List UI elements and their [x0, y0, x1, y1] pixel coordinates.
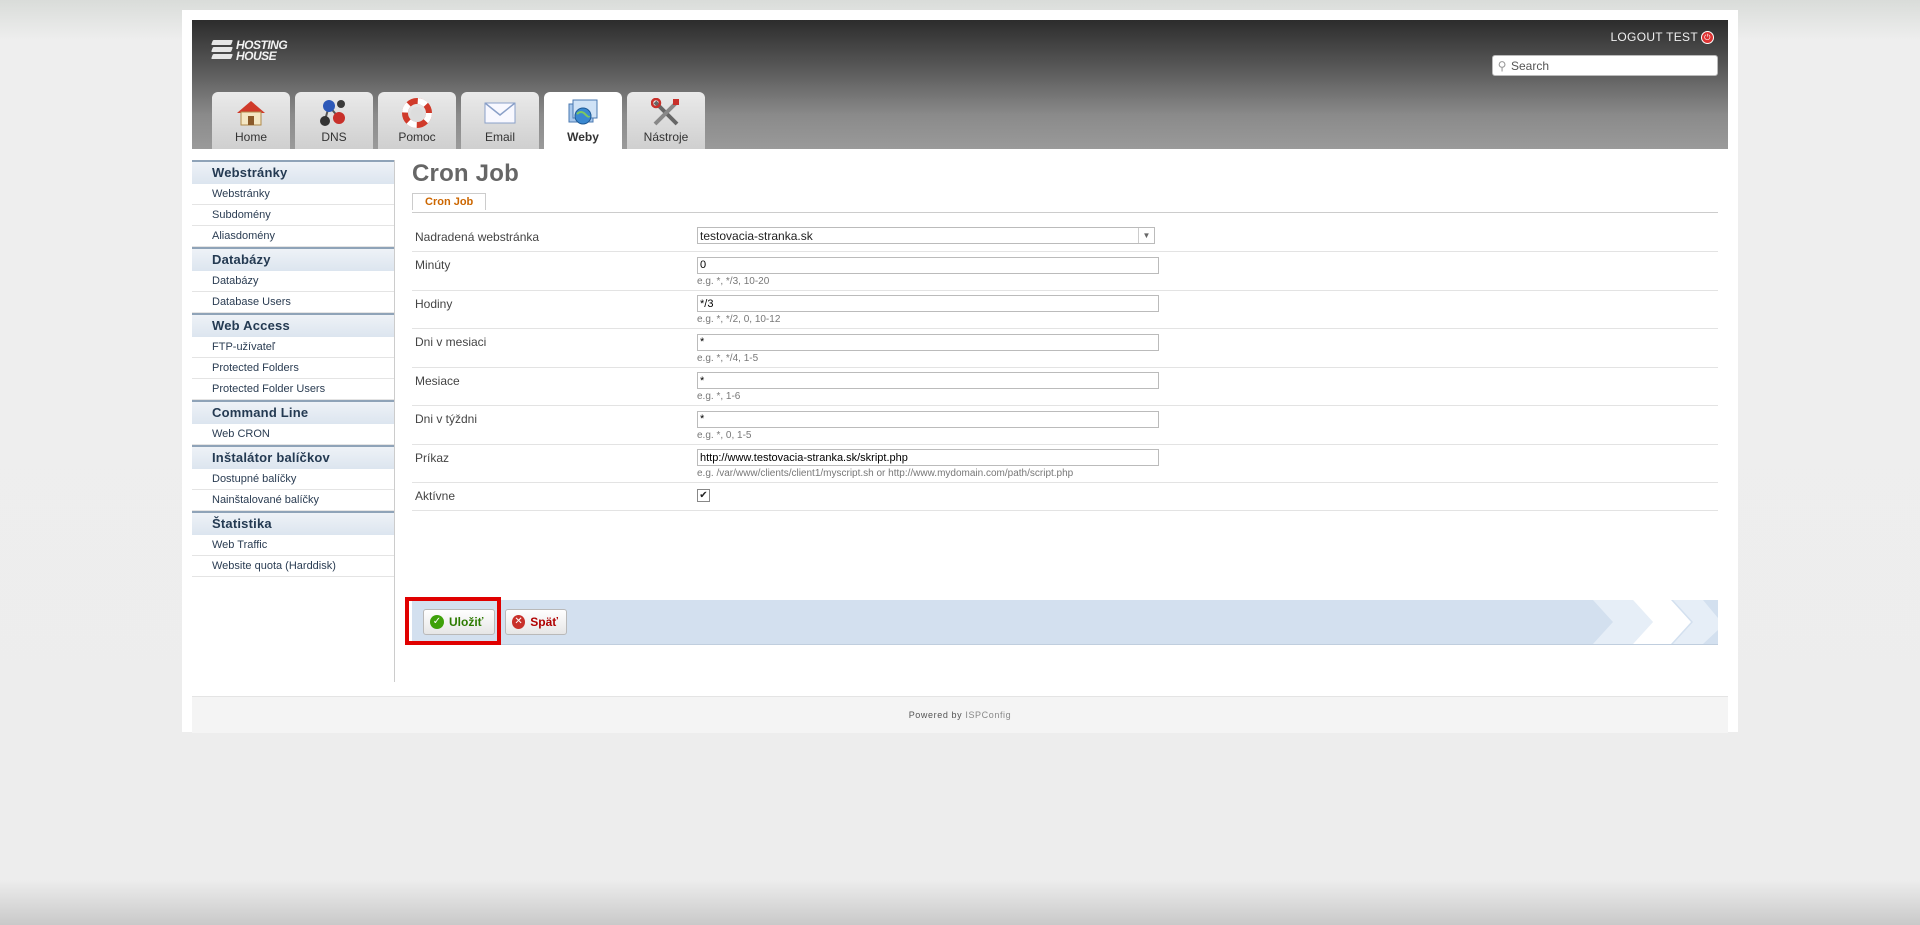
minutes-label: Minúty: [415, 258, 451, 272]
minutes-hint: e.g. *, */3, 10-20: [697, 275, 770, 287]
active-label: Aktívne: [415, 489, 456, 503]
tab-nastroje-label: Nástroje: [643, 130, 689, 144]
sidebar-item-available-packages[interactable]: Dostupné balíčky: [192, 469, 394, 490]
form-row-mday: Dni v mesiaci e.g. *, */4, 1-5: [412, 329, 1718, 368]
save-button[interactable]: ✓ Uložiť: [423, 609, 495, 635]
logout-icon: ⏻: [1701, 30, 1714, 44]
month-label: Mesiace: [415, 373, 460, 388]
tab-nastroje[interactable]: Nástroje: [627, 92, 705, 149]
header: HOSTING HOUSE LOGOUT TEST ⏻ ⚲ Hom: [192, 20, 1728, 149]
minutes-input[interactable]: [697, 256, 1159, 274]
sidebar-item-database-users[interactable]: Database Users: [192, 292, 394, 313]
sidebar-section-webstranky: Webstránky: [192, 160, 394, 184]
tab-pomoc-label: Pomoc: [398, 130, 436, 144]
sidebar-item-ftp-users[interactable]: FTP-užívateľ: [192, 337, 394, 358]
sidebar-item-protected-folder-users[interactable]: Protected Folder Users: [192, 379, 394, 400]
tab-home-label: Home: [234, 130, 267, 144]
tab-weby-label: Weby: [567, 130, 599, 144]
logo: HOSTING HOUSE: [211, 38, 288, 64]
dns-icon: [320, 100, 345, 126]
hours-hint: e.g. *, */2, 0, 10-12: [697, 314, 781, 325]
sidebar-item-installed-packages[interactable]: Nainštalované balíčky: [192, 490, 394, 511]
form-row-active: Aktívne ✔: [412, 483, 1718, 511]
save-button-label: Uložiť: [449, 615, 484, 629]
form-row-wday: Dni v týždni e.g. *, 0, 1-5: [412, 406, 1718, 445]
chevron-decoration-icon: [1593, 600, 1718, 644]
sidebar-item-website-quota[interactable]: Website quota (Harddisk): [192, 556, 394, 577]
wday-input[interactable]: [697, 410, 1159, 428]
form-row-hours: Hodiny e.g. *, */2, 0, 10-12: [412, 291, 1718, 329]
parent-website-select[interactable]: testovacia-stranka.sk ▼: [697, 227, 1155, 244]
sidebar-item-webstranky[interactable]: Webstránky: [192, 184, 394, 205]
logout-label: LOGOUT TEST: [1610, 30, 1698, 44]
form-row-month: Mesiace e.g. *, 1-6: [412, 368, 1718, 406]
sidebar-item-aliasdomeny[interactable]: Aliasdomény: [192, 226, 394, 247]
websites-icon: [568, 99, 598, 125]
back-button[interactable]: ✕ Späť: [505, 609, 567, 635]
tab-dns[interactable]: DNS: [295, 92, 373, 149]
sidebar-item-web-cron[interactable]: Web CRON: [192, 424, 394, 445]
action-bar: ✓ Uložiť ✕ Späť: [405, 597, 1718, 645]
command-input[interactable]: [697, 449, 1159, 466]
main-tabs: Home DNS Pomoc Email Weby Nástroje: [212, 92, 710, 149]
sidebar-section-statistika: Štatistika: [192, 511, 394, 535]
sidebar: Webstránky Webstránky Subdomény Aliasdom…: [192, 160, 395, 682]
tab-cron-job[interactable]: Cron Job: [412, 193, 487, 210]
search-icon: ⚲: [1497, 58, 1507, 73]
checkmark-icon: ✓: [430, 615, 444, 629]
month-input[interactable]: [697, 372, 1159, 389]
sidebar-item-subdomeny[interactable]: Subdomény: [192, 205, 394, 226]
tab-pomoc[interactable]: Pomoc: [378, 92, 456, 149]
sidebar-section-installer: Inštalátor balíčkov: [192, 445, 394, 469]
tab-dns-label: DNS: [321, 130, 347, 144]
mday-label: Dni v mesiaci: [415, 335, 487, 349]
sidebar-item-databazy[interactable]: Databázy: [192, 271, 394, 292]
tab-weby[interactable]: Weby: [544, 92, 622, 149]
chevron-down-icon: ▼: [1138, 228, 1154, 243]
sidebar-section-databazy: Databázy: [192, 247, 394, 271]
form-row-command: Príkaz e.g. /var/www/clients/client1/mys…: [412, 445, 1718, 483]
email-icon: [484, 102, 516, 124]
mday-input[interactable]: [697, 333, 1159, 351]
wday-hint: e.g. *, 0, 1-5: [697, 429, 752, 441]
back-button-label: Späť: [530, 615, 558, 629]
logout-link[interactable]: LOGOUT TEST ⏻: [1610, 30, 1714, 44]
sidebar-section-web-access: Web Access: [192, 313, 394, 337]
sidebar-section-command-line: Command Line: [192, 400, 394, 424]
help-lifebuoy-icon: [402, 98, 432, 128]
mday-hint: e.g. *, */4, 1-5: [697, 352, 759, 364]
form-tabs: Cron Job: [412, 192, 1718, 213]
main-content: Cron Job Cron Job Nadradená webstránka t…: [405, 160, 1718, 645]
parent-website-label: Nadradená webstránka: [415, 230, 540, 244]
form-row-parent-website: Nadradená webstránka testovacia-stranka.…: [412, 224, 1718, 252]
logo-text-house: HOUSE: [236, 49, 277, 63]
search-box: ⚲: [1492, 55, 1718, 76]
month-hint: e.g. *, 1-6: [697, 391, 741, 402]
sidebar-item-protected-folders[interactable]: Protected Folders: [192, 358, 394, 379]
hours-label: Hodiny: [415, 296, 453, 311]
tab-email[interactable]: Email: [461, 92, 539, 149]
sidebar-item-web-traffic[interactable]: Web Traffic: [192, 535, 394, 556]
parent-website-value: testovacia-stranka.sk: [700, 228, 813, 243]
footer-powered-by: Powered by: [908, 710, 963, 720]
form-row-minutes: Minúty e.g. *, */3, 10-20: [412, 252, 1718, 291]
search-input[interactable]: [1511, 58, 1711, 73]
hours-input[interactable]: [697, 295, 1159, 312]
command-label: Príkaz: [415, 450, 450, 465]
active-checkbox[interactable]: ✔: [697, 489, 710, 502]
page-title: Cron Job: [412, 160, 519, 187]
cron-form: Nadradená webstránka testovacia-stranka.…: [412, 224, 1718, 511]
tab-home[interactable]: Home: [212, 92, 290, 149]
footer: Powered by ISPConfig: [192, 696, 1728, 733]
home-icon: [237, 101, 265, 126]
page-container: HOSTING HOUSE LOGOUT TEST ⏻ ⚲ Hom: [182, 10, 1738, 733]
wday-label: Dni v týždni: [415, 412, 478, 426]
tools-icon: [651, 98, 679, 126]
command-hint: e.g. /var/www/clients/client1/myscript.s…: [697, 468, 1074, 479]
cancel-icon: ✕: [512, 615, 526, 629]
footer-ispconfig-link[interactable]: ISPConfig: [965, 710, 1011, 720]
logo-mark-icon: [211, 38, 234, 64]
tab-email-label: Email: [484, 130, 515, 144]
